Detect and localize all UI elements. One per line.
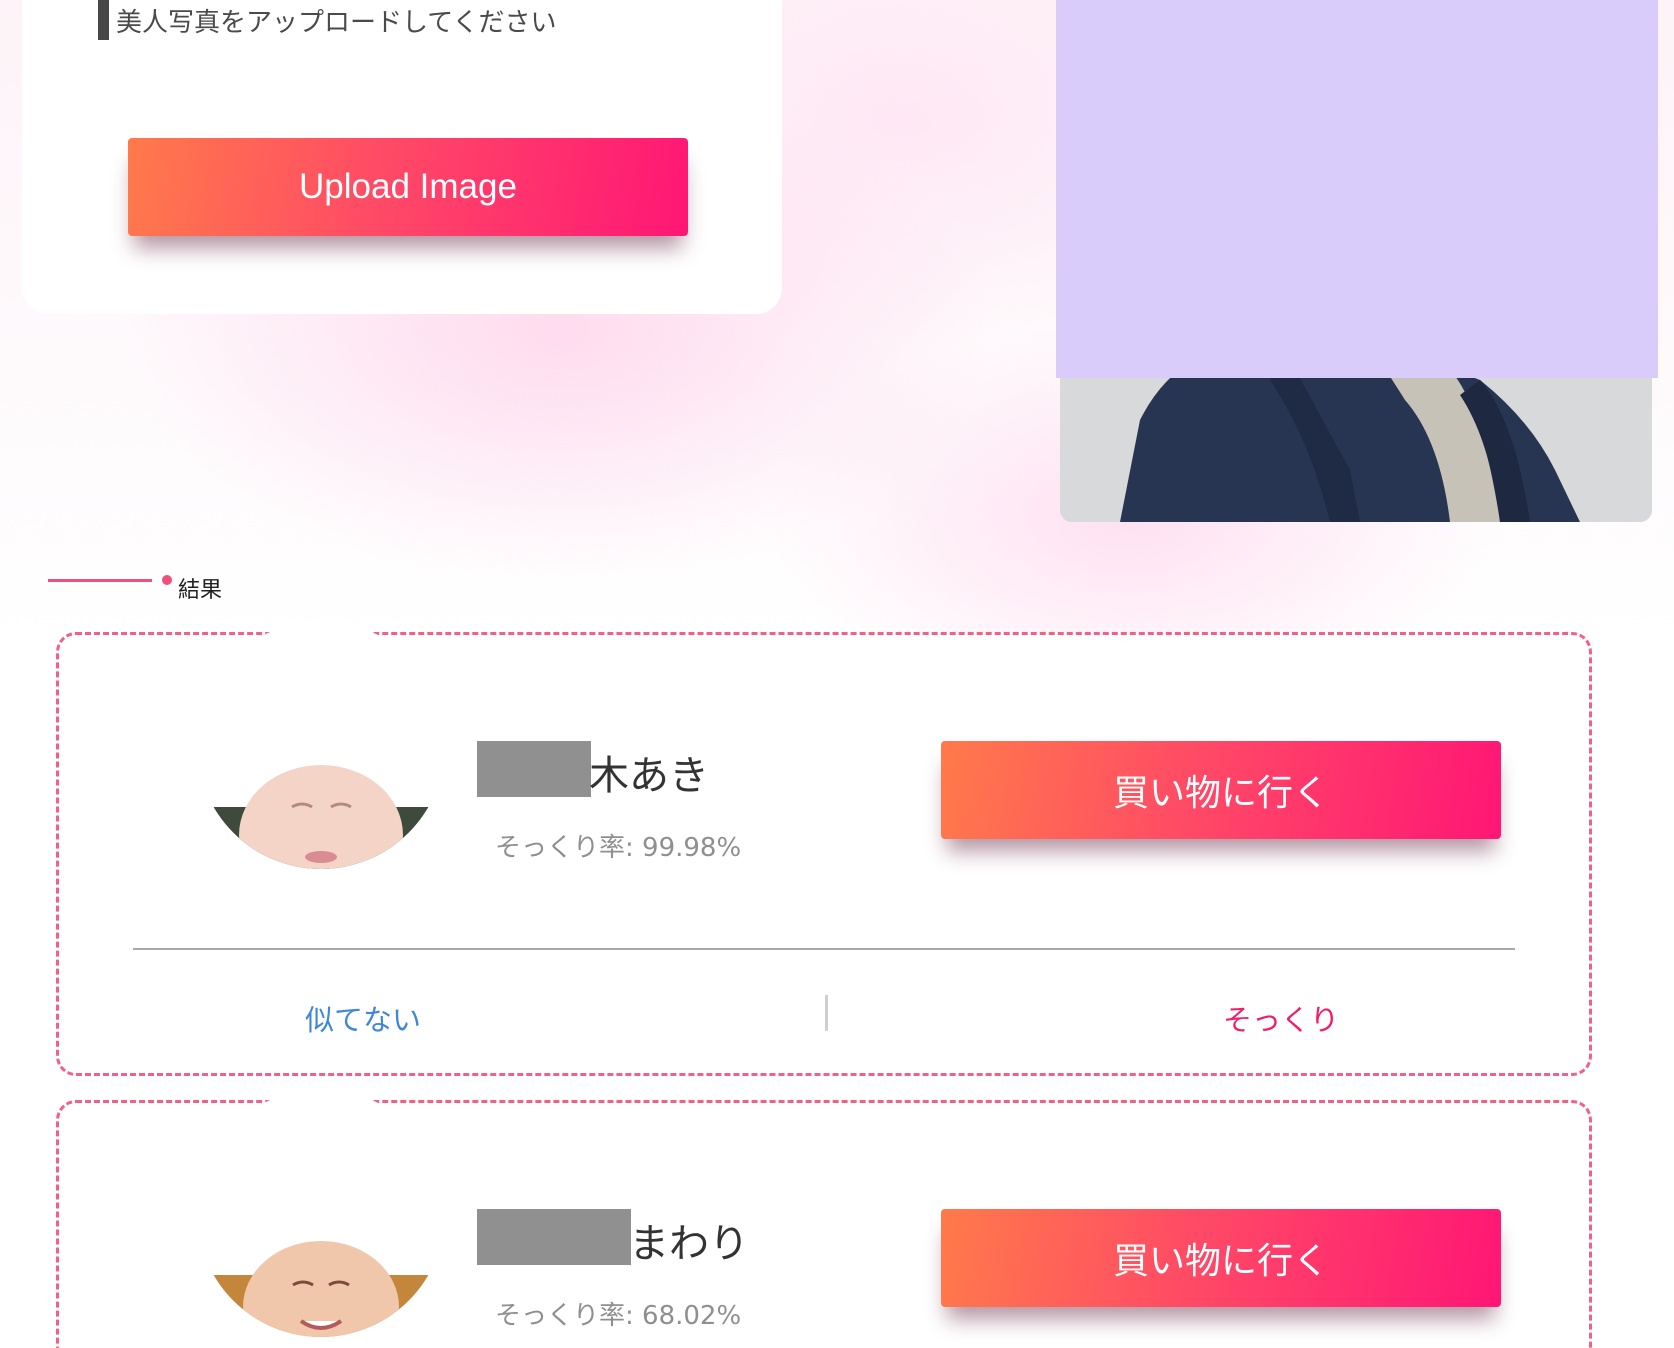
card-divider [133, 948, 1515, 950]
similarity-rate: そっくり率: 99.98% [495, 833, 742, 863]
face-photo [197, 1089, 445, 1337]
go-shopping-button[interactable]: 買い物に行く [941, 741, 1501, 839]
result-card: まわり そっくり率: 68.02% 買い物に行く [56, 1089, 1592, 1348]
go-shopping-button[interactable]: 買い物に行く [941, 1209, 1501, 1307]
vote-not-similar-button[interactable]: 似てない [305, 997, 421, 1039]
name-redaction [477, 741, 591, 797]
match-name: 木あき [589, 753, 709, 799]
vote-divider [825, 995, 828, 1031]
vote-similar-button[interactable]: そっくり [1223, 997, 1339, 1039]
name-redaction [477, 1209, 631, 1265]
result-card: 木あき そっくり率: 99.98% 買い物に行く 似てない そっくり [56, 621, 1592, 1076]
avatar [197, 621, 445, 869]
avatar [197, 1089, 445, 1337]
results-title: 結果 [178, 578, 223, 603]
prompt-accent-bar [98, 0, 109, 40]
results-header-line [48, 579, 152, 582]
match-name: まわり [629, 1221, 749, 1267]
results-header-dot [162, 575, 172, 585]
similarity-rate: そっくり率: 68.02% [495, 1301, 742, 1331]
redaction-overlay [1056, 0, 1658, 378]
upload-image-button[interactable]: Upload Image [128, 138, 688, 236]
upload-prompt: 美人写真をアップロードしてください [116, 8, 557, 38]
face-photo [197, 621, 445, 869]
